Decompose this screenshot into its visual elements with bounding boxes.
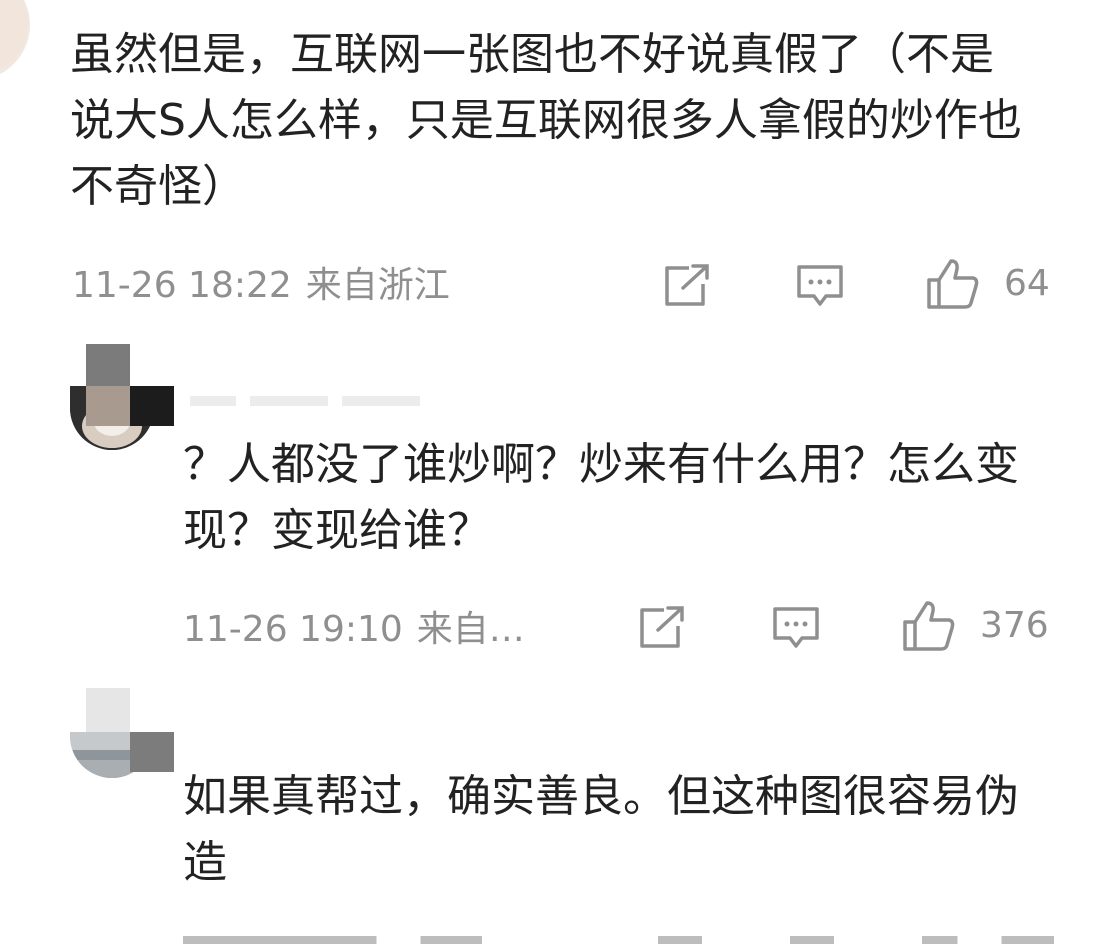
comment-icon	[773, 607, 819, 648]
like-count: 376	[980, 605, 1049, 646]
username[interactable]	[190, 390, 420, 410]
username[interactable]	[75, 0, 395, 4]
thumb-up-icon	[927, 259, 979, 309]
thumb-up-icon	[903, 601, 955, 651]
share-button[interactable]	[663, 264, 711, 308]
comment-text: 虽然但是，互联网一张图也不好说真假了（不是说大S人怎么样，只是互联网很多人拿假的…	[70, 29, 1022, 212]
comment-date: 11-26 18:22	[72, 265, 292, 306]
share-icon	[665, 264, 709, 306]
comment-location: 来自浙江	[305, 265, 450, 306]
comment-text: 如果真帮过，确实善良。但这种图很容易伪造	[183, 771, 1019, 888]
avatar-mosaic	[86, 386, 130, 426]
share-button[interactable]	[638, 606, 686, 650]
reply-button[interactable]	[796, 264, 844, 308]
like-button[interactable]: 376	[902, 600, 1049, 652]
comment-location: 来自…	[416, 609, 525, 650]
comment-meta-cut	[183, 936, 1063, 944]
avatar-mosaic	[86, 688, 130, 732]
comment-item: 如果真帮过，确实善良。但这种图很容易伪造	[0, 688, 1093, 944]
like-count: 64	[1004, 263, 1050, 304]
avatar-mosaic	[130, 386, 174, 426]
comment-meta: 11-26 19:10 来自…	[183, 610, 539, 650]
avatar-mosaic	[130, 732, 174, 772]
comment-icon	[797, 265, 843, 306]
share-icon	[640, 606, 684, 648]
comment-item: 虽然但是，互联网一张图也不好说真假了（不是说大S人怎么样，只是互联网很多人拿假的…	[0, 0, 1093, 320]
comment-date: 11-26 19:10	[183, 609, 403, 650]
like-button[interactable]: 64	[926, 258, 1050, 310]
comment-item: ？人都没了谁炒啊？炒来有什么用？怎么变现？变现给谁？ 11-26 19:10 来自…	[0, 340, 1093, 680]
reply-button[interactable]	[772, 606, 820, 650]
comment-text: ？人都没了谁炒啊？炒来有什么用？怎么变现？变现给谁？	[183, 439, 1019, 556]
comment-meta: 11-26 18:22 来自浙江	[72, 266, 464, 306]
avatar-mosaic	[86, 344, 130, 386]
avatar[interactable]	[0, 0, 30, 80]
